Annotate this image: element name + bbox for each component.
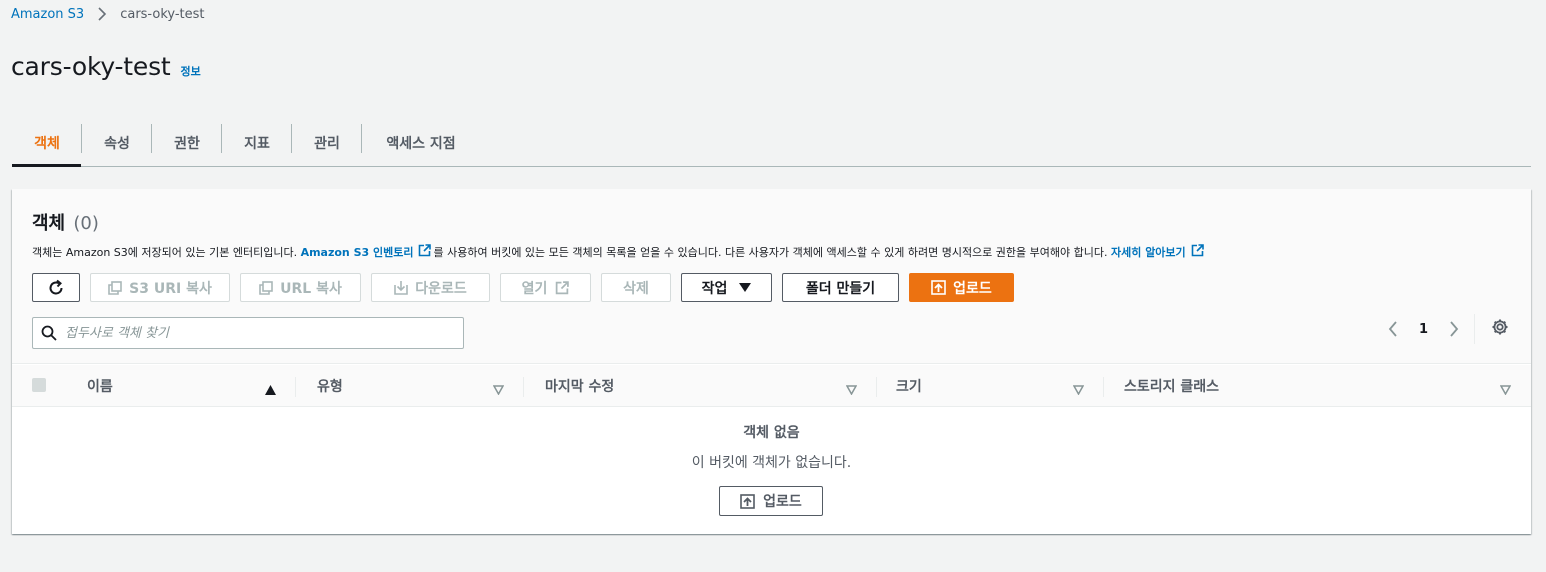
create-folder-label: 폴더 만들기 [805, 280, 876, 297]
sort-icon[interactable] [1072, 380, 1085, 399]
copy-icon [108, 280, 122, 295]
panel-title: 객체 (0) [32, 209, 99, 235]
page-header: cars-oky-test 정보 [11, 52, 201, 81]
create-folder-button[interactable]: 폴더 만들기 [782, 273, 899, 302]
download-label: 다운로드 [415, 280, 467, 297]
column-label: 유형 [317, 378, 343, 395]
column-header-last-modified[interactable]: 마지막 수정 [545, 365, 614, 406]
column-label: 크기 [896, 378, 922, 395]
actions-label: 작업 [701, 280, 728, 297]
open-button[interactable]: 열기 [500, 273, 591, 302]
open-label: 열기 [521, 280, 548, 297]
page-number[interactable]: 1 [1419, 322, 1428, 337]
description-text: 객체는 Amazon S3에 저장되어 있는 기본 엔터티입니다. [32, 246, 298, 259]
search-icon [41, 325, 57, 341]
pagination: 1 [1388, 319, 1459, 339]
upload-button[interactable]: 업로드 [909, 273, 1014, 302]
tab-properties[interactable]: 속성 [82, 119, 152, 166]
search-input[interactable] [65, 325, 445, 341]
object-count: (0) [73, 213, 99, 234]
breadcrumb-link-s3[interactable]: Amazon S3 [11, 7, 84, 22]
select-all-checkbox[interactable] [32, 378, 46, 392]
refresh-icon [47, 279, 65, 297]
empty-state-title: 객체 없음 [743, 425, 800, 441]
learn-more-link[interactable]: 자세히 알아보기 [1111, 244, 1186, 260]
external-link-icon [418, 244, 432, 260]
search-box [32, 317, 464, 349]
tab-label: 지표 [244, 135, 270, 152]
empty-state-description: 이 버킷에 객체가 없습니다. [691, 455, 852, 471]
sort-icon[interactable] [1499, 380, 1512, 399]
table-header: 이름 유형 마지막 수정 크기 스토리지 클래스 [12, 365, 1531, 407]
column-label: 마지막 수정 [545, 378, 615, 395]
sort-icon[interactable] [845, 380, 858, 399]
gear-icon[interactable] [1491, 318, 1509, 340]
delete-button[interactable]: 삭제 [601, 273, 671, 302]
actions-dropdown[interactable]: 작업 [681, 273, 772, 302]
delete-label: 삭제 [623, 280, 649, 297]
column-divider [295, 377, 296, 397]
tab-label: 관리 [314, 135, 340, 152]
column-header-type[interactable]: 유형 [317, 365, 343, 406]
column-label: 스토리지 클래스 [1124, 378, 1220, 395]
tab-access-points[interactable]: 액세스 지점 [362, 119, 480, 166]
divider [1474, 314, 1475, 344]
inventory-link[interactable]: Amazon S3 인벤토리 [301, 244, 414, 260]
copy-s3-uri-button[interactable]: S3 URI 복사 [90, 273, 230, 302]
caret-down-icon [739, 283, 752, 292]
tab-metrics[interactable]: 지표 [222, 119, 292, 166]
chevron-right-icon[interactable] [1449, 321, 1459, 337]
tab-label: 속성 [104, 135, 130, 152]
copy-url-button[interactable]: URL 복사 [240, 273, 361, 302]
page-title: cars-oky-test [11, 52, 171, 81]
column-divider [1103, 377, 1104, 397]
panel-description: 객체는 Amazon S3에 저장되어 있는 기본 엔터티입니다. Amazon… [32, 244, 1206, 260]
chevron-left-icon[interactable] [1388, 321, 1398, 337]
column-header-name[interactable]: 이름 [87, 365, 113, 406]
empty-upload-label: 업로드 [763, 494, 802, 510]
column-divider [876, 377, 877, 397]
column-label: 이름 [87, 378, 113, 395]
column-divider [523, 377, 524, 397]
panel-title-text: 객체 [32, 213, 66, 234]
copy-s3-uri-label: S3 URI 복사 [129, 280, 212, 297]
objects-panel: 객체 (0) 객체는 Amazon S3에 저장되어 있는 기본 엔터티입니다.… [12, 189, 1531, 534]
tab-objects[interactable]: 객체 [12, 119, 82, 167]
tab-label: 액세스 지점 [386, 135, 456, 152]
external-link-icon [555, 280, 570, 295]
refresh-button[interactable] [32, 273, 80, 302]
tab-label: 객체 [34, 135, 60, 152]
tab-label: 권한 [174, 135, 200, 152]
chevron-right-icon [97, 7, 109, 21]
description-text-2: 를 사용하여 버킷에 있는 모든 객체의 목록을 얻을 수 있습니다. 다른 사… [433, 246, 1108, 259]
external-link-icon [1191, 244, 1204, 260]
tab-management[interactable]: 관리 [292, 119, 362, 166]
column-header-storage-class[interactable]: 스토리지 클래스 [1124, 365, 1219, 406]
info-link[interactable]: 정보 [181, 63, 201, 79]
upload-icon [931, 280, 946, 295]
column-header-size[interactable]: 크기 [896, 365, 922, 406]
sort-icon[interactable] [492, 380, 505, 399]
upload-label: 업로드 [953, 280, 992, 297]
tab-bar: 객체 속성 권한 지표 관리 액세스 지점 [12, 119, 1531, 167]
copy-icon [259, 280, 273, 295]
tab-permissions[interactable]: 권한 [152, 119, 222, 166]
sort-ascending-icon[interactable] [265, 380, 276, 399]
download-button[interactable]: 다운로드 [371, 273, 490, 302]
breadcrumb-current: cars-oky-test [120, 6, 205, 22]
breadcrumb: Amazon S3 cars-oky-test [11, 5, 205, 23]
empty-upload-button[interactable]: 업로드 [719, 486, 823, 516]
upload-icon [740, 493, 755, 509]
copy-url-label: URL 복사 [280, 280, 342, 297]
download-icon [394, 280, 409, 295]
